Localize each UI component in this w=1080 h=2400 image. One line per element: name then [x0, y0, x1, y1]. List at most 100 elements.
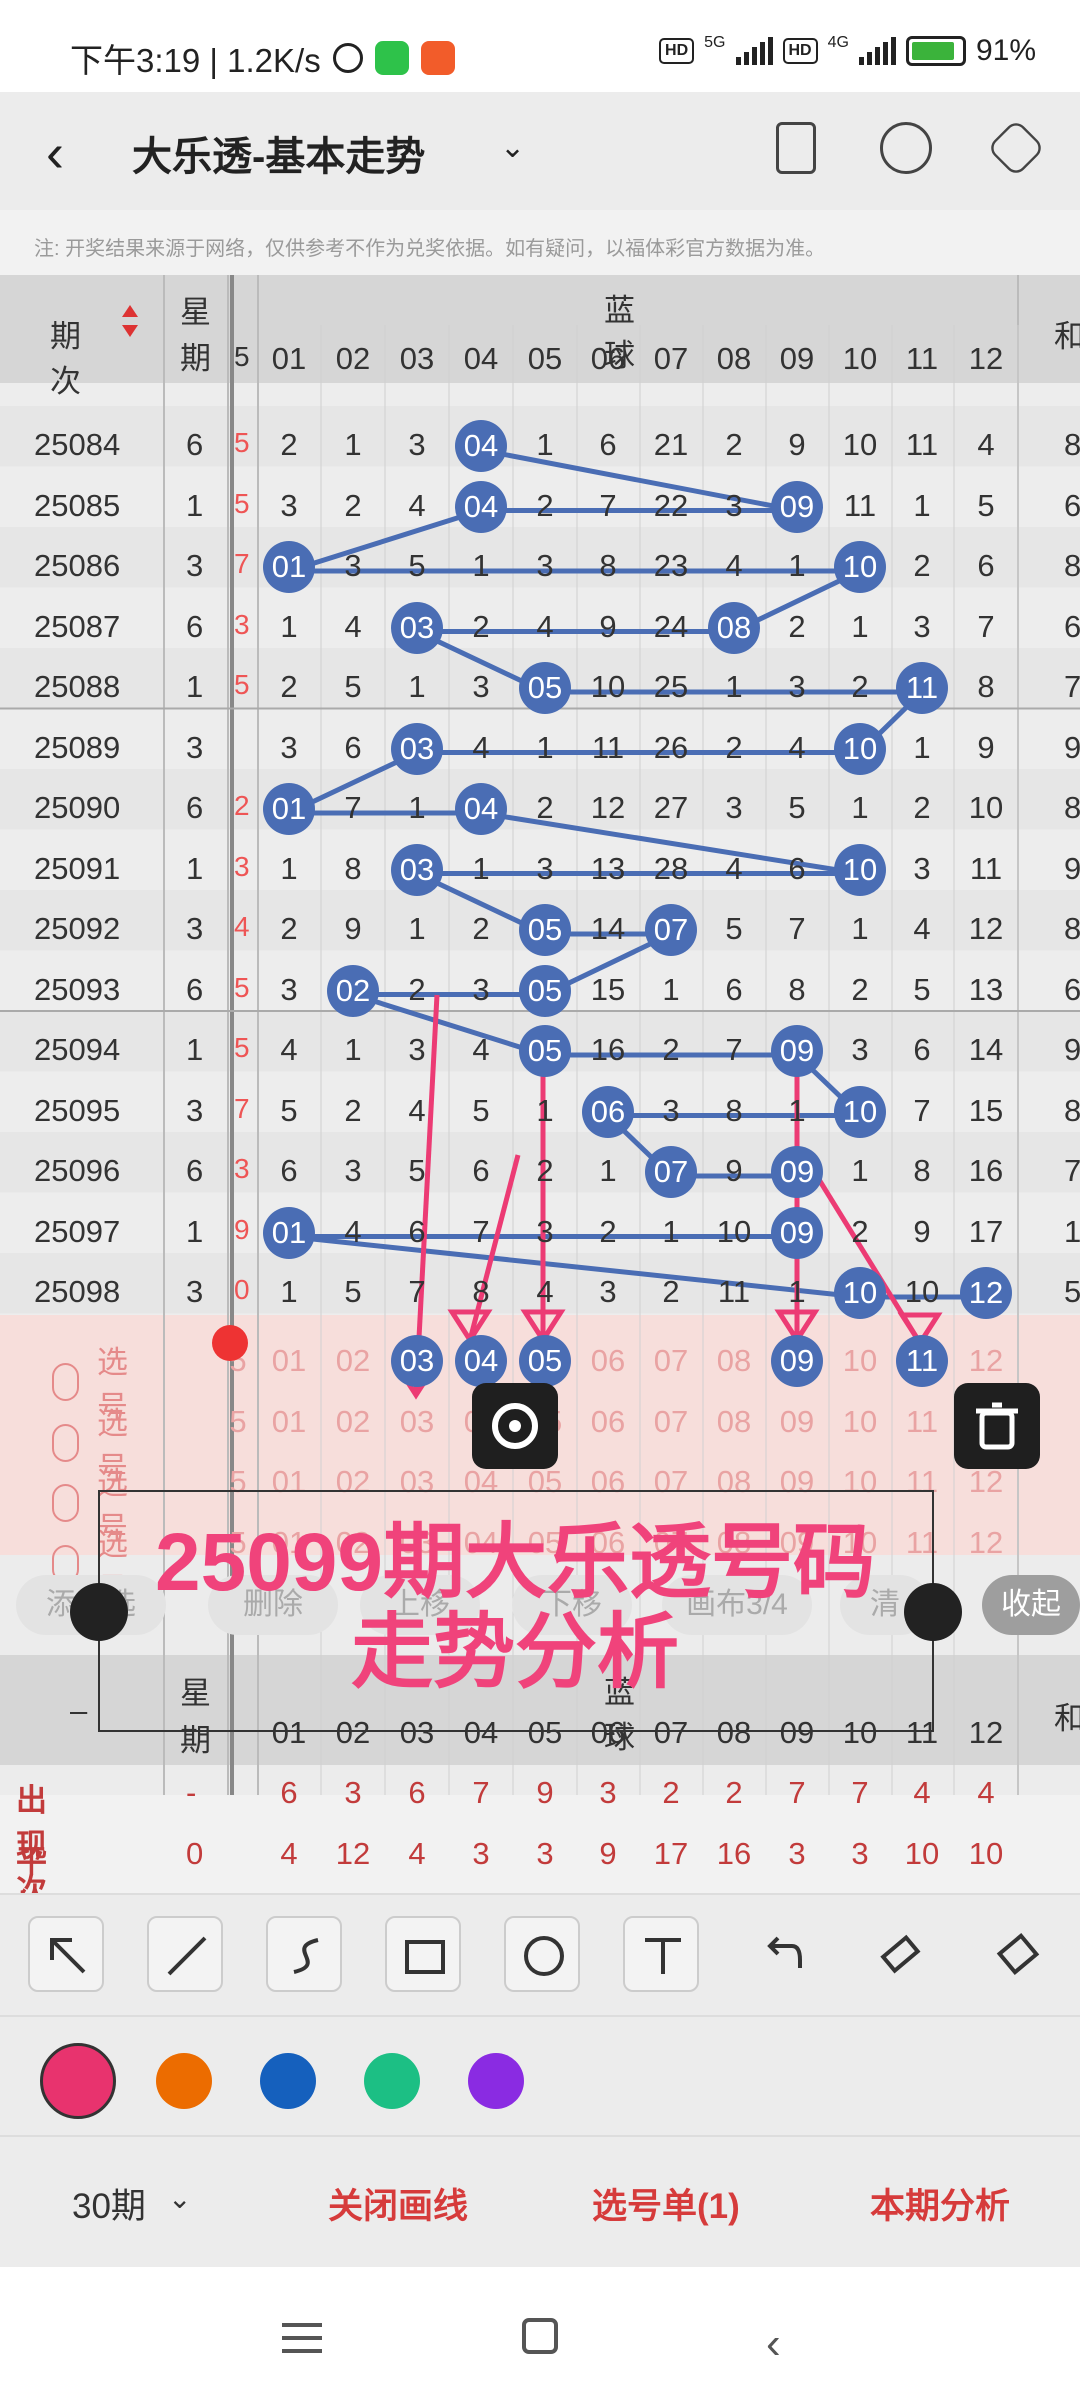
- pick-1-10[interactable]: 10: [830, 1343, 890, 1379]
- cell-25098-01: 1: [280, 1274, 298, 1309]
- pick-1-07[interactable]: 07: [641, 1343, 701, 1379]
- cell-25098-07: 2: [662, 1274, 680, 1309]
- page-title[interactable]: 大乐透-基本走势: [132, 124, 425, 182]
- cell-25090-07: 27: [653, 790, 689, 825]
- cell-25090-12: 10: [968, 790, 1004, 825]
- cell-25097-12: 17: [968, 1213, 1004, 1249]
- week-25092: 3: [186, 911, 204, 946]
- pick-selected-03[interactable]: 03: [391, 1335, 443, 1387]
- pick-1-06[interactable]: 06: [578, 1343, 638, 1379]
- col-header-12: 12: [968, 341, 1004, 376]
- period-select[interactable]: 30期: [72, 2178, 146, 2229]
- menu-icon[interactable]: [282, 2323, 322, 2353]
- cell-25088-12: 8: [977, 669, 995, 704]
- cell-25098-08: 11: [717, 1274, 751, 1309]
- stats-col-12: 12: [968, 1715, 1004, 1750]
- pick-selected-05[interactable]: 05: [519, 1335, 571, 1387]
- line-tool-icon[interactable]: [147, 1916, 223, 1992]
- pick-2-03[interactable]: 03: [387, 1404, 447, 1440]
- stat-avg-miss-12: 10: [968, 1836, 1004, 1871]
- resize-handle-left[interactable]: [70, 1583, 128, 1641]
- period-header[interactable]: 期次: [50, 311, 81, 401]
- stat-occurrence-03: 6: [408, 1775, 426, 1810]
- battery-level: 91%: [975, 34, 1036, 67]
- cell-25086-09: 1: [788, 548, 806, 583]
- pick-1-12[interactable]: 12: [956, 1343, 1016, 1379]
- chevron-down-icon[interactable]: ⌄: [168, 2182, 191, 2215]
- chevron-down-icon[interactable]: ⌄: [500, 130, 525, 165]
- pick-2-11[interactable]: 11: [892, 1404, 952, 1440]
- pick-2-08[interactable]: 08: [704, 1404, 764, 1440]
- color-swatch-2[interactable]: [156, 2053, 212, 2109]
- pick-2-01[interactable]: 01: [259, 1404, 319, 1440]
- curve-tool-icon[interactable]: [266, 1916, 342, 1992]
- pick-2-09[interactable]: 09: [767, 1404, 827, 1440]
- eraser-tool-icon[interactable]: [861, 1916, 937, 1992]
- hd-badge-2: HD: [782, 38, 818, 64]
- pick-1-02[interactable]: 02: [323, 1343, 383, 1379]
- cell-25097-10: 2: [851, 1213, 869, 1249]
- color-swatch-1[interactable]: [40, 2043, 116, 2119]
- analysis-button[interactable]: 本期分析: [870, 2178, 1010, 2229]
- pick-3-12[interactable]: 12: [956, 1464, 1016, 1500]
- pick-2-07[interactable]: 07: [641, 1404, 701, 1440]
- pick-2-10[interactable]: 10: [830, 1404, 890, 1440]
- pick-1-08[interactable]: 08: [704, 1343, 764, 1379]
- left-partial-25097: 9: [234, 1213, 250, 1245]
- cell-25086-03: 5: [408, 548, 426, 583]
- clear-tool-icon[interactable]: [980, 1916, 1056, 1992]
- cell-25086-08: 4: [725, 548, 743, 583]
- circle-tool-icon[interactable]: [504, 1916, 580, 1992]
- delete-annotation-button[interactable]: [954, 1383, 1040, 1469]
- resize-handle-right[interactable]: [904, 1583, 962, 1641]
- cell-25090-05: 2: [536, 790, 554, 825]
- cell-25094-10: 3: [851, 1032, 869, 1067]
- radio-icon[interactable]: [52, 1423, 80, 1462]
- blue-ball-25091-10: 10: [834, 843, 886, 896]
- pick-selected-04[interactable]: 04: [455, 1335, 507, 1387]
- rect-tool-icon[interactable]: [385, 1916, 461, 1992]
- sum-25087: 6: [1064, 608, 1080, 644]
- rotate-annotation-button[interactable]: [472, 1383, 558, 1469]
- pick-1-01[interactable]: 01: [259, 1343, 319, 1379]
- color-swatch-5[interactable]: [468, 2053, 524, 2109]
- pick-2-06[interactable]: 06: [578, 1404, 638, 1440]
- disclaimer-note: 注: 开奖结果来源于网络，仅供参考不作为兑奖依据。如有疑问，以福体彩官方数据为准…: [34, 238, 826, 260]
- blue-ball-25090-04: 04: [455, 783, 507, 835]
- settings-icon[interactable]: [986, 118, 1046, 178]
- back-nav-icon[interactable]: ‹: [766, 2319, 781, 2369]
- back-icon[interactable]: ‹: [46, 122, 64, 184]
- cell-25087-01: 1: [280, 608, 298, 644]
- sum-25091: 9: [1064, 850, 1080, 886]
- left-partial-25091: 3: [234, 850, 250, 882]
- cell-25086-05: 3: [536, 548, 554, 583]
- blue-ball-25096-09: 09: [771, 1146, 823, 1198]
- period-25097: 25097: [34, 1213, 121, 1249]
- arrow-tool-icon[interactable]: [28, 1916, 104, 1992]
- stat-occurrence-11: 4: [913, 1775, 931, 1810]
- radio-icon[interactable]: [52, 1363, 80, 1401]
- home-icon[interactable]: [522, 2318, 558, 2354]
- cell-25087-11: 3: [913, 608, 931, 644]
- col-header-05: 05: [527, 341, 563, 376]
- color-swatch-4[interactable]: [364, 2053, 420, 2109]
- cell-25088-08: 1: [725, 669, 743, 704]
- col-header-07: 07: [653, 341, 689, 376]
- rotate-screen-icon[interactable]: [776, 122, 816, 174]
- pick-list-button[interactable]: 选号单(1): [592, 2178, 740, 2229]
- undo-tool-icon[interactable]: [742, 1916, 818, 1992]
- pick-selected-11[interactable]: 11: [896, 1335, 948, 1387]
- pick-selected-09[interactable]: 09: [771, 1335, 823, 1387]
- col-header-01: 01: [271, 341, 307, 376]
- battery-icon: [905, 36, 966, 66]
- cell-25087-02: 4: [344, 608, 362, 644]
- radio-icon[interactable]: [52, 1484, 80, 1522]
- sum-25096: 7: [1064, 1153, 1080, 1188]
- text-tool-icon[interactable]: [623, 1916, 699, 1992]
- close-draw-button[interactable]: 关闭画线: [328, 2178, 468, 2229]
- blue-ball-25089-10: 10: [834, 722, 886, 775]
- share-icon[interactable]: [880, 122, 932, 174]
- pick-2-02[interactable]: 02: [323, 1404, 383, 1440]
- color-swatch-3[interactable]: [260, 2053, 316, 2109]
- stat-avg-miss-07: 17: [653, 1836, 689, 1871]
